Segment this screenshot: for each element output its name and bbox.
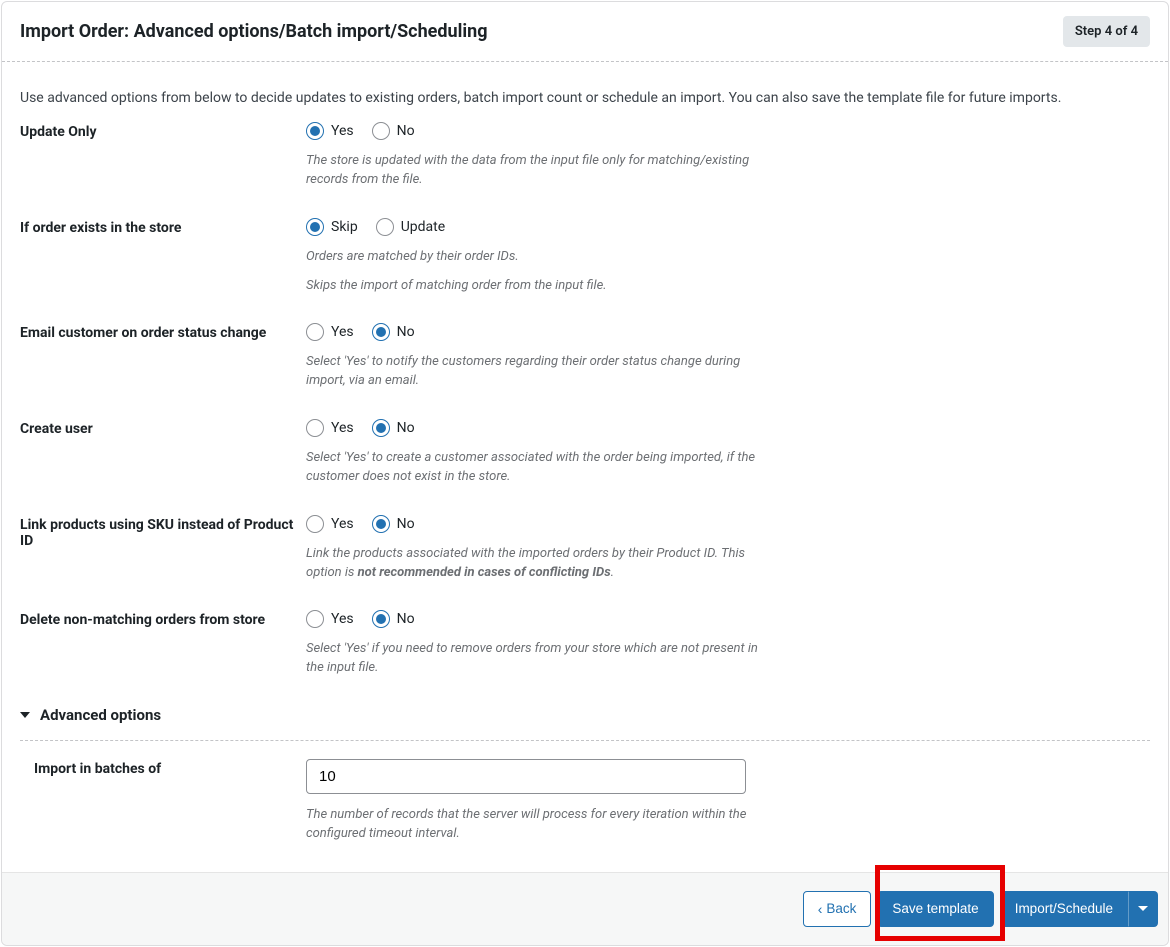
row-update-only: Update Only Yes No The store is updated … [2,122,1168,190]
radio-group-if-exists: Skip Update [306,218,761,236]
label-if-exists: If order exists in the store [20,218,306,296]
radio-group-link-sku: Yes No [306,515,761,533]
row-link-sku: Link products using SKU instead of Produ… [2,515,1168,583]
help-update-only: The store is updated with the data from … [306,152,761,190]
import-schedule-split: Import/Schedule [1000,891,1158,927]
radio-label: No [397,324,415,340]
import-order-panel: Import Order: Advanced options/Batch imp… [1,1,1169,946]
panel-header: Import Order: Advanced options/Batch imp… [2,2,1168,62]
radio-if-exists-skip[interactable]: Skip [306,218,358,236]
back-button-label: Back [826,901,856,916]
import-schedule-label: Import/Schedule [1015,901,1113,916]
radio-icon [306,323,324,341]
radio-icon [306,515,324,533]
label-email-customer: Email customer on order status change [20,323,306,391]
radio-group-update-only: Yes No [306,122,761,140]
label-update-only: Update Only [20,122,306,190]
radio-email-customer-no[interactable]: No [372,323,415,341]
control-update-only: Yes No The store is updated with the dat… [306,122,761,190]
batch-size-input[interactable] [306,759,746,794]
radio-label: Skip [331,219,358,235]
radio-label: Yes [331,324,354,340]
save-template-label: Save template [892,901,978,916]
help-create-user: Select 'Yes' to create a customer associ… [306,449,761,487]
help-if-exists-1: Orders are matched by their order IDs. [306,248,761,267]
help-text-bold: not recommended in cases of conflicting … [358,565,611,580]
radio-icon [306,419,324,437]
control-batch-size: The number of records that the server wi… [306,759,761,844]
advanced-options-heading: Advanced options [40,706,161,724]
label-create-user: Create user [20,419,306,487]
help-link-sku: Link the products associated with the im… [306,545,761,583]
radio-icon [372,610,390,628]
footer-actions: ‹ Back Save template Import/Schedule [2,872,1168,945]
save-template-button[interactable]: Save template [877,891,993,927]
radio-delete-nonmatch-no[interactable]: No [372,610,415,628]
label-delete-nonmatch: Delete non-matching orders from store [20,610,306,678]
radio-label: Yes [331,516,354,532]
step-badge: Step 4 of 4 [1063,16,1150,47]
radio-icon [306,122,324,140]
radio-email-customer-yes[interactable]: Yes [306,323,354,341]
row-if-exists: If order exists in the store Skip Update… [2,218,1168,296]
intro-text: Use advanced options from below to decid… [2,62,1168,122]
chevron-down-icon [1138,906,1148,911]
radio-update-only-yes[interactable]: Yes [306,122,354,140]
radio-create-user-no[interactable]: No [372,419,415,437]
radio-label: Yes [331,123,354,139]
chevron-down-icon [20,712,30,718]
import-schedule-button[interactable]: Import/Schedule [1000,891,1128,927]
radio-delete-nonmatch-yes[interactable]: Yes [306,610,354,628]
radio-icon [372,323,390,341]
row-batch-size: Import in batches of The number of recor… [2,759,1168,844]
row-email-customer: Email customer on order status change Ye… [2,323,1168,391]
radio-icon [372,515,390,533]
radio-group-create-user: Yes No [306,419,761,437]
row-create-user: Create user Yes No Select 'Yes' to creat… [2,419,1168,487]
control-create-user: Yes No Select 'Yes' to create a customer… [306,419,761,487]
radio-create-user-yes[interactable]: Yes [306,419,354,437]
import-schedule-dropdown[interactable] [1128,891,1158,927]
radio-group-delete-nonmatch: Yes No [306,610,761,628]
chevron-left-icon: ‹ [818,902,823,916]
radio-update-only-no[interactable]: No [372,122,415,140]
radio-icon [306,218,324,236]
help-text-post: . [611,565,614,580]
radio-label: Yes [331,420,354,436]
radio-link-sku-no[interactable]: No [372,515,415,533]
control-link-sku: Yes No Link the products associated with… [306,515,761,583]
radio-label: Yes [331,611,354,627]
label-link-sku: Link products using SKU instead of Produ… [20,515,306,583]
help-batch-size: The number of records that the server wi… [306,806,761,844]
control-delete-nonmatch: Yes No Select 'Yes' if you need to remov… [306,610,761,678]
radio-icon [306,610,324,628]
control-if-exists: Skip Update Orders are matched by their … [306,218,761,296]
radio-if-exists-update[interactable]: Update [376,218,445,236]
radio-icon [372,419,390,437]
help-email-customer: Select 'Yes' to notify the customers reg… [306,353,761,391]
row-delete-nonmatch: Delete non-matching orders from store Ye… [2,610,1168,678]
radio-label: No [397,516,415,532]
help-if-exists-2: Skips the import of matching order from … [306,277,761,296]
divider-line [20,740,1150,741]
page-title: Import Order: Advanced options/Batch imp… [20,21,487,42]
control-email-customer: Yes No Select 'Yes' to notify the custom… [306,323,761,391]
radio-link-sku-yes[interactable]: Yes [306,515,354,533]
radio-icon [376,218,394,236]
label-batch-size: Import in batches of [34,759,306,844]
help-delete-nonmatch: Select 'Yes' if you need to remove order… [306,640,761,678]
radio-label: No [397,123,415,139]
radio-label: Update [401,219,445,235]
radio-label: No [397,611,415,627]
radio-label: No [397,420,415,436]
advanced-options-toggle[interactable]: Advanced options [2,706,1168,724]
back-button[interactable]: ‹ Back [803,891,872,927]
radio-icon [372,122,390,140]
radio-group-email-customer: Yes No [306,323,761,341]
